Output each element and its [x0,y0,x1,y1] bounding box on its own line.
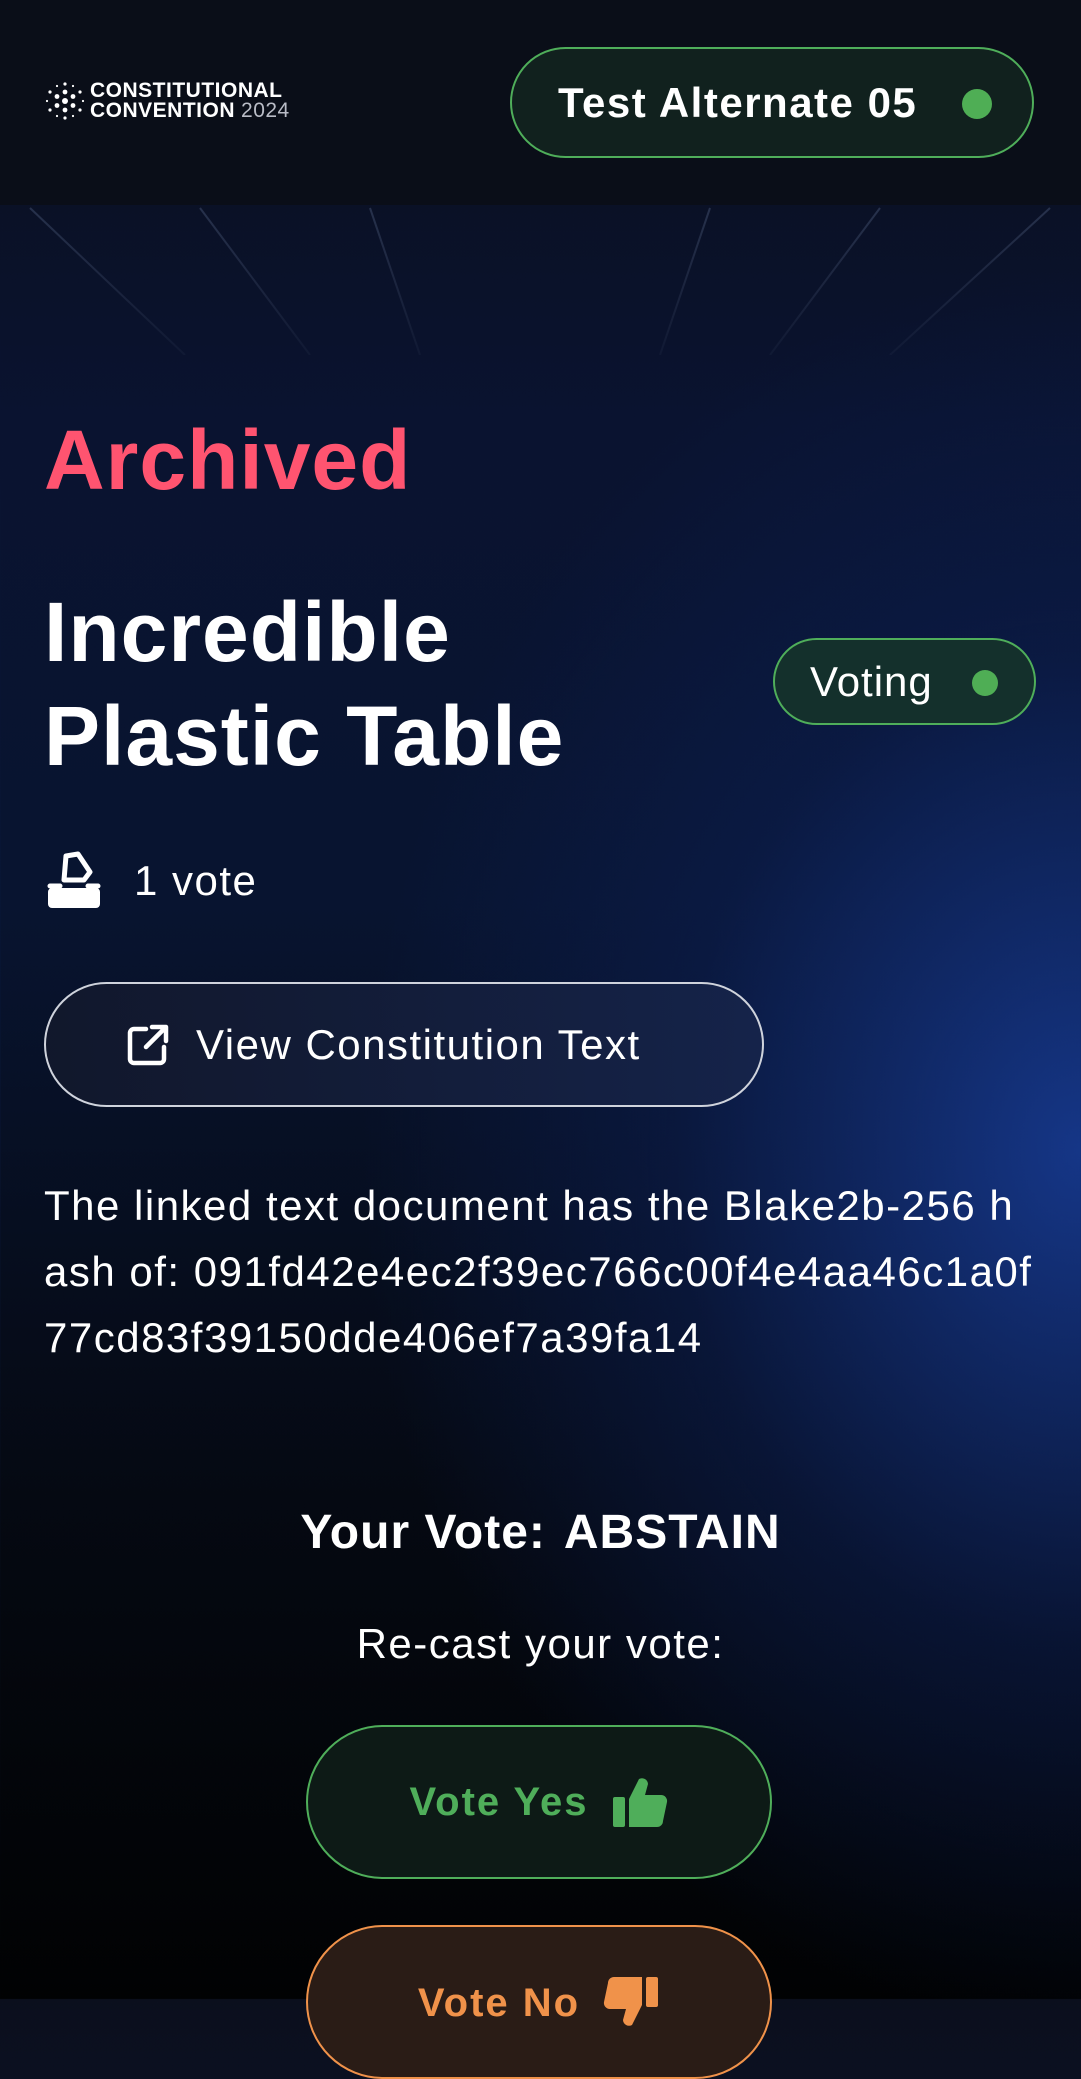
your-vote-value: ABSTAIN [563,1506,781,1559]
logo-year: 2024 [241,99,290,122]
your-vote-label: Your Vote: [300,1506,546,1559]
proposal-status: Archived [44,413,412,507]
thumbs-up-icon [612,1778,667,1827]
user-account-button[interactable]: Test Alternate 05 [510,47,1034,158]
external-link-icon [127,1024,169,1065]
user-name: Test Alternate 05 [558,78,918,126]
proposal-title: Incredible Plastic Table [44,585,565,783]
document-hash-text: The linked text document has the Blake2b… [44,1182,1033,1361]
view-constitution-text-button[interactable]: View Constitution Text [44,982,764,1107]
thumbs-down-icon [603,1977,659,2026]
phase-badge: Voting [773,638,1036,725]
cardano-logo-icon [45,82,85,120]
recast-label: Re-cast your vote: [356,1620,725,1667]
phase-label: Voting [810,657,933,705]
logo-line2: CONVENTION 2024 [90,99,290,122]
vote-no-button[interactable]: Vote No [306,1925,772,2079]
logo-convention: CONVENTION [90,99,236,122]
ballot-box-icon [47,851,101,908]
header: CONSTITUTIONAL CONVENTION 2024 Test Alter… [0,0,1081,205]
vote-no-label: Vote No [417,1981,581,2025]
vote-count: 1 vote [44,850,257,912]
vote-yes-label: Vote Yes [409,1779,589,1824]
logo[interactable]: CONSTITUTIONAL CONVENTION 2024 [44,80,290,122]
your-vote: Your Vote: ABSTAIN [0,1505,1081,1560]
phase-status-dot [972,670,998,696]
connected-status-dot [962,89,992,119]
logo-line1: CONSTITUTIONAL [90,79,283,102]
view-constitution-text-label: View Constitution Text [196,1020,641,1068]
vote-yes-button[interactable]: Vote Yes [306,1725,772,1879]
vote-count-text: 1 vote [134,857,258,904]
grid-decoration [0,207,1081,355]
